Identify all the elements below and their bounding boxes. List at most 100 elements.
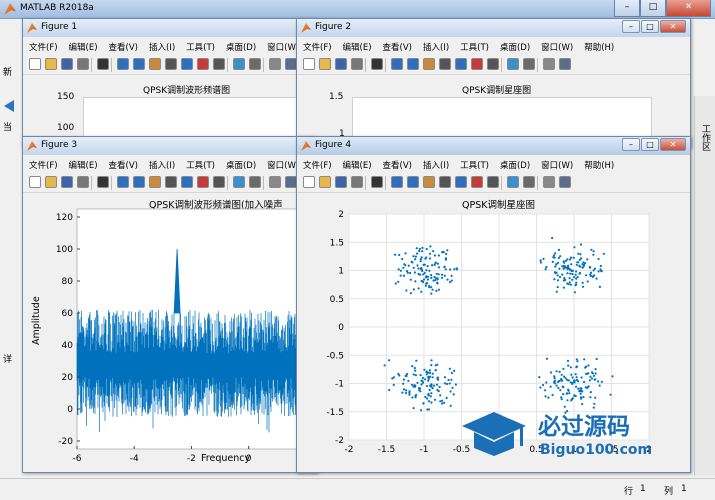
back-arrow-icon[interactable] [4,100,14,112]
main-close-button[interactable]: ✕ [666,0,711,17]
figure-2-maximize-button[interactable]: □ [641,20,659,33]
constellation-point [432,384,435,387]
figure-3-spectrum-plot[interactable]: -6-4-202-20020406080100120 [23,137,324,474]
constellation-point [577,252,580,255]
constellation-point [445,252,448,255]
colorbar-icon[interactable] [233,58,245,70]
zoom-out-icon[interactable] [133,58,145,70]
dock-icon[interactable] [559,58,571,70]
constellation-point [558,370,561,373]
new-figure-icon[interactable] [29,58,41,70]
constellation-point [554,382,557,385]
save-icon[interactable] [61,58,73,70]
select-arrow-icon[interactable] [371,58,383,70]
figure-2-close-button[interactable]: ✕ [660,20,686,33]
save-icon[interactable] [335,58,347,70]
link-icon[interactable] [487,58,499,70]
colorbar-icon[interactable] [507,58,519,70]
figure-icon [301,23,311,33]
figure-3-window[interactable]: Figure 3 文件(F) 编辑(E) 查看(V) 插入(I) 工具(T) 桌… [22,136,324,474]
constellation-point [586,280,589,283]
figure-1-title-bar[interactable]: Figure 1 [23,19,317,37]
constellation-point [551,394,554,397]
menu-view[interactable]: 查看(V) [103,39,143,55]
constellation-point [575,263,578,266]
workspace-panel[interactable]: 工作区 [694,96,715,476]
brush-icon[interactable] [471,58,483,70]
constellation-point [573,291,576,294]
constellation-point [418,250,421,253]
menu-file[interactable]: 文件(F) [23,39,63,55]
hide-tools-icon[interactable] [269,58,281,70]
figure-2-window[interactable]: Figure 2 – □ ✕ 文件(F) 编辑(E) 查看(V) 插入(I) 工… [296,18,691,157]
constellation-point [416,381,419,384]
brush-icon[interactable] [197,58,209,70]
constellation-point [599,268,602,271]
constellation-point [437,288,440,291]
menu-help[interactable]: 帮助(H) [578,39,619,55]
rotate-3d-icon[interactable] [439,58,451,70]
constellation-point [399,269,402,272]
menu-edit[interactable]: 编辑(E) [63,39,103,55]
constellation-point [552,254,556,257]
menu-insert[interactable]: 插入(I) [143,39,180,55]
main-minimize-button[interactable]: – [614,0,640,17]
figure-2-title-bar[interactable]: Figure 2 – □ ✕ [297,19,690,37]
print-icon[interactable] [77,58,89,70]
data-cursor-icon[interactable] [455,58,467,70]
menu-desktop[interactable]: 桌面(D) [220,39,261,55]
data-cursor-icon[interactable] [181,58,193,70]
open-file-icon[interactable] [45,58,57,70]
constellation-point [582,263,586,267]
constellation-point [436,262,439,265]
rotate-3d-icon[interactable] [165,58,177,70]
link-icon[interactable] [213,58,225,70]
constellation-point [417,287,420,290]
pan-hand-icon[interactable] [423,58,435,70]
constellation-point [587,385,590,388]
menu-file[interactable]: 文件(F) [297,39,337,55]
main-window-title: MATLAB R2018a [20,3,94,13]
constellation-point [439,394,442,397]
legend-icon[interactable] [249,58,261,70]
zoom-in-icon[interactable] [391,58,403,70]
constellation-point [597,380,600,383]
open-file-icon[interactable] [319,58,331,70]
main-maximize-button[interactable]: □ [640,0,666,17]
constellation-point [551,260,554,263]
menu-window[interactable]: 窗口(W) [535,39,578,55]
menu-view[interactable]: 查看(V) [377,39,417,55]
zoom-out-icon[interactable] [407,58,419,70]
constellation-point [557,380,560,383]
constellation-point [580,396,583,399]
constellation-point [430,286,433,289]
constellation-point [568,281,571,284]
figure-1-window[interactable]: Figure 1 文件(F) 编辑(E) 查看(V) 插入(I) 工具(T) 桌… [22,18,323,157]
print-icon[interactable] [351,58,363,70]
constellation-point [430,274,433,277]
pan-hand-icon[interactable] [149,58,161,70]
hide-tools-icon[interactable] [543,58,555,70]
constellation-point [428,257,432,260]
constellation-point [430,401,433,404]
menu-tools[interactable]: 工具(T) [180,39,220,55]
constellation-point [437,390,440,393]
menu-edit[interactable]: 编辑(E) [337,39,377,55]
constellation-point [422,263,425,266]
constellation-point [418,247,421,251]
new-figure-icon[interactable] [303,58,315,70]
constellation-point [448,367,451,370]
constellation-point [568,392,571,395]
constellation-point [383,364,386,367]
legend-icon[interactable] [523,58,535,70]
menu-insert[interactable]: 插入(I) [417,39,454,55]
main-title-bar[interactable]: MATLAB R2018a – □ ✕ [0,0,715,19]
zoom-in-icon[interactable] [117,58,129,70]
constellation-point [592,374,596,377]
toolstrip-new-fragment[interactable]: 新 [3,65,12,78]
menu-tools[interactable]: 工具(T) [454,39,494,55]
figure-2-minimize-button[interactable]: – [622,20,640,33]
constellation-point [434,369,437,372]
select-arrow-icon[interactable] [97,58,109,70]
menu-desktop[interactable]: 桌面(D) [494,39,535,55]
